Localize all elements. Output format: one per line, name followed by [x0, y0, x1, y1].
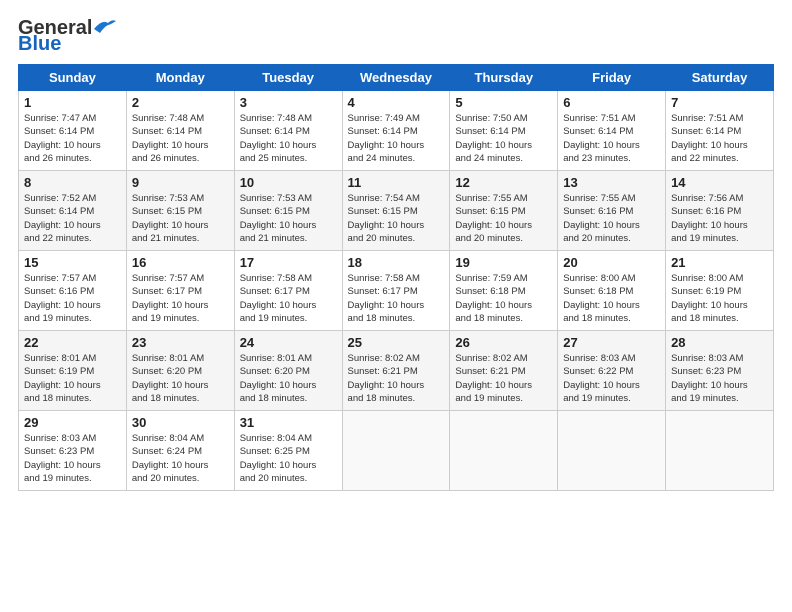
calendar-empty-cell	[342, 411, 450, 491]
calendar-week-5: 29Sunrise: 8:03 AMSunset: 6:23 PMDayligh…	[19, 411, 774, 491]
calendar-header-row: SundayMondayTuesdayWednesdayThursdayFrid…	[19, 65, 774, 91]
calendar-day-16: 16Sunrise: 7:57 AMSunset: 6:17 PMDayligh…	[126, 251, 234, 331]
logo: General Blue	[18, 18, 116, 54]
calendar-day-13: 13Sunrise: 7:55 AMSunset: 6:16 PMDayligh…	[558, 171, 666, 251]
calendar-table: SundayMondayTuesdayWednesdayThursdayFrid…	[18, 64, 774, 491]
calendar-day-23: 23Sunrise: 8:01 AMSunset: 6:20 PMDayligh…	[126, 331, 234, 411]
calendar-day-14: 14Sunrise: 7:56 AMSunset: 6:16 PMDayligh…	[666, 171, 774, 251]
header-cell-thursday: Thursday	[450, 65, 558, 91]
page: General Blue SundayMondayTuesdayWednesda…	[0, 0, 792, 501]
calendar-day-10: 10Sunrise: 7:53 AMSunset: 6:15 PMDayligh…	[234, 171, 342, 251]
calendar-day-6: 6Sunrise: 7:51 AMSunset: 6:14 PMDaylight…	[558, 91, 666, 171]
calendar-day-28: 28Sunrise: 8:03 AMSunset: 6:23 PMDayligh…	[666, 331, 774, 411]
calendar-day-5: 5Sunrise: 7:50 AMSunset: 6:14 PMDaylight…	[450, 91, 558, 171]
logo-blue: Blue	[18, 34, 61, 54]
calendar-day-18: 18Sunrise: 7:58 AMSunset: 6:17 PMDayligh…	[342, 251, 450, 331]
calendar-day-20: 20Sunrise: 8:00 AMSunset: 6:18 PMDayligh…	[558, 251, 666, 331]
calendar-week-2: 8Sunrise: 7:52 AMSunset: 6:14 PMDaylight…	[19, 171, 774, 251]
calendar-day-21: 21Sunrise: 8:00 AMSunset: 6:19 PMDayligh…	[666, 251, 774, 331]
calendar-day-9: 9Sunrise: 7:53 AMSunset: 6:15 PMDaylight…	[126, 171, 234, 251]
calendar-day-4: 4Sunrise: 7:49 AMSunset: 6:14 PMDaylight…	[342, 91, 450, 171]
calendar-day-24: 24Sunrise: 8:01 AMSunset: 6:20 PMDayligh…	[234, 331, 342, 411]
calendar-week-1: 1Sunrise: 7:47 AMSunset: 6:14 PMDaylight…	[19, 91, 774, 171]
calendar-week-4: 22Sunrise: 8:01 AMSunset: 6:19 PMDayligh…	[19, 331, 774, 411]
calendar-empty-cell	[450, 411, 558, 491]
calendar-empty-cell	[666, 411, 774, 491]
logo-bird-icon	[94, 19, 116, 33]
calendar-day-11: 11Sunrise: 7:54 AMSunset: 6:15 PMDayligh…	[342, 171, 450, 251]
calendar-day-25: 25Sunrise: 8:02 AMSunset: 6:21 PMDayligh…	[342, 331, 450, 411]
calendar-week-3: 15Sunrise: 7:57 AMSunset: 6:16 PMDayligh…	[19, 251, 774, 331]
calendar-empty-cell	[558, 411, 666, 491]
calendar-body: 1Sunrise: 7:47 AMSunset: 6:14 PMDaylight…	[19, 91, 774, 491]
calendar-day-15: 15Sunrise: 7:57 AMSunset: 6:16 PMDayligh…	[19, 251, 127, 331]
calendar-day-8: 8Sunrise: 7:52 AMSunset: 6:14 PMDaylight…	[19, 171, 127, 251]
calendar-day-29: 29Sunrise: 8:03 AMSunset: 6:23 PMDayligh…	[19, 411, 127, 491]
header-cell-saturday: Saturday	[666, 65, 774, 91]
header-cell-monday: Monday	[126, 65, 234, 91]
calendar-day-30: 30Sunrise: 8:04 AMSunset: 6:24 PMDayligh…	[126, 411, 234, 491]
calendar-day-22: 22Sunrise: 8:01 AMSunset: 6:19 PMDayligh…	[19, 331, 127, 411]
calendar-day-12: 12Sunrise: 7:55 AMSunset: 6:15 PMDayligh…	[450, 171, 558, 251]
calendar-day-1: 1Sunrise: 7:47 AMSunset: 6:14 PMDaylight…	[19, 91, 127, 171]
calendar-day-19: 19Sunrise: 7:59 AMSunset: 6:18 PMDayligh…	[450, 251, 558, 331]
calendar-day-26: 26Sunrise: 8:02 AMSunset: 6:21 PMDayligh…	[450, 331, 558, 411]
header-cell-tuesday: Tuesday	[234, 65, 342, 91]
calendar-day-17: 17Sunrise: 7:58 AMSunset: 6:17 PMDayligh…	[234, 251, 342, 331]
header: General Blue	[18, 18, 774, 54]
calendar-day-2: 2Sunrise: 7:48 AMSunset: 6:14 PMDaylight…	[126, 91, 234, 171]
calendar-day-27: 27Sunrise: 8:03 AMSunset: 6:22 PMDayligh…	[558, 331, 666, 411]
calendar-day-3: 3Sunrise: 7:48 AMSunset: 6:14 PMDaylight…	[234, 91, 342, 171]
calendar-day-7: 7Sunrise: 7:51 AMSunset: 6:14 PMDaylight…	[666, 91, 774, 171]
header-cell-wednesday: Wednesday	[342, 65, 450, 91]
header-cell-sunday: Sunday	[19, 65, 127, 91]
header-cell-friday: Friday	[558, 65, 666, 91]
calendar-day-31: 31Sunrise: 8:04 AMSunset: 6:25 PMDayligh…	[234, 411, 342, 491]
